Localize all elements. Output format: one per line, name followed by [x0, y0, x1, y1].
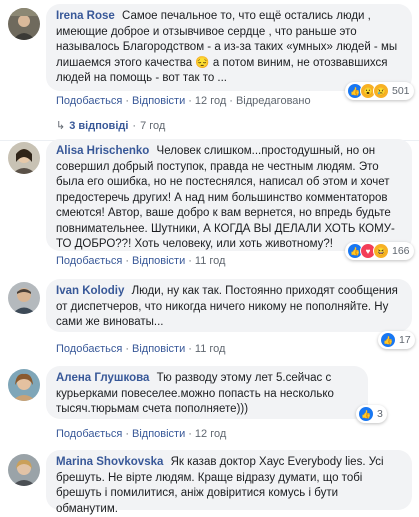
reply-arrow-icon: ↳: [56, 120, 66, 132]
reactions-summary[interactable]: 👍 ♥ 😆 166: [345, 242, 414, 260]
comment-author[interactable]: Irena Rose: [56, 10, 115, 22]
comment-bubble: Ivan Kolodiy Люди, ну как так. Постоянно…: [46, 279, 412, 332]
replies-time: 7 год: [140, 120, 166, 132]
haha-icon: 😆: [373, 243, 389, 259]
comment-actions: Подобається · Відповісти · 11 год: [56, 343, 226, 355]
like-link[interactable]: Подобається: [56, 255, 122, 267]
comment-time[interactable]: 12 год: [195, 95, 226, 107]
comment-actions: Подобається · Відповісти · 12 год · Відредагов…: [56, 95, 311, 107]
reactions-summary[interactable]: 👍 17: [378, 331, 415, 349]
view-replies-link[interactable]: ↳ 3 відповіді · 7 год: [56, 119, 165, 132]
like-link[interactable]: Подобається: [56, 95, 122, 107]
comment-author[interactable]: Алена Глушкова: [56, 372, 149, 384]
comment-time[interactable]: 11 год: [195, 343, 226, 355]
reaction-count: 3: [377, 408, 383, 420]
reply-link[interactable]: Відповісти: [132, 255, 185, 267]
comment-actions: Подобається · Відповісти · 11 год: [56, 255, 226, 267]
like-link[interactable]: Подобається: [56, 428, 122, 440]
avatar[interactable]: [8, 282, 40, 314]
reactions-summary[interactable]: 👍 😮 😢 501: [345, 82, 414, 100]
like-link[interactable]: Подобається: [56, 343, 122, 355]
avatar[interactable]: [8, 8, 40, 40]
avatar[interactable]: [8, 369, 40, 401]
reactions-summary[interactable]: 👍 3: [356, 405, 387, 423]
reaction-count: 501: [392, 85, 410, 97]
replies-count: 3 відповіді: [69, 120, 129, 132]
comment-bubble: Alisa Hrischenko Человек слишком...прост…: [46, 139, 412, 251]
comment-bubble: Marina Shovkovska Як казав доктор Хаус E…: [46, 450, 412, 515]
avatar[interactable]: [8, 142, 40, 174]
like-icon: 👍: [380, 332, 396, 348]
comment-bubble: Irena Rose Самое печальное то, что ещё о…: [46, 4, 412, 91]
comment-bubble: Алена Глушкова Тю разводу этому лет 5.се…: [46, 366, 368, 419]
sad-icon: 😢: [373, 83, 389, 99]
reply-link[interactable]: Відповісти: [132, 95, 185, 107]
comment-author[interactable]: Ivan Kolodiy: [56, 285, 124, 297]
comment-author[interactable]: Alisa Hrischenko: [56, 145, 149, 157]
comment-time[interactable]: 12 год: [195, 428, 226, 440]
comment-author[interactable]: Marina Shovkovska: [56, 456, 163, 468]
edited-label[interactable]: Відредаговано: [236, 95, 311, 107]
reply-link[interactable]: Відповісти: [132, 428, 185, 440]
like-icon: 👍: [358, 406, 374, 422]
comment-actions: Подобається · Відповісти · 12 год: [56, 428, 227, 440]
reaction-count: 166: [392, 245, 410, 257]
reply-link[interactable]: Відповісти: [132, 343, 185, 355]
reaction-count: 17: [399, 334, 411, 346]
comment-time[interactable]: 11 год: [195, 255, 226, 267]
comment-text: Человек слишком...простодушный, но он со…: [56, 145, 395, 250]
avatar[interactable]: [8, 454, 40, 486]
